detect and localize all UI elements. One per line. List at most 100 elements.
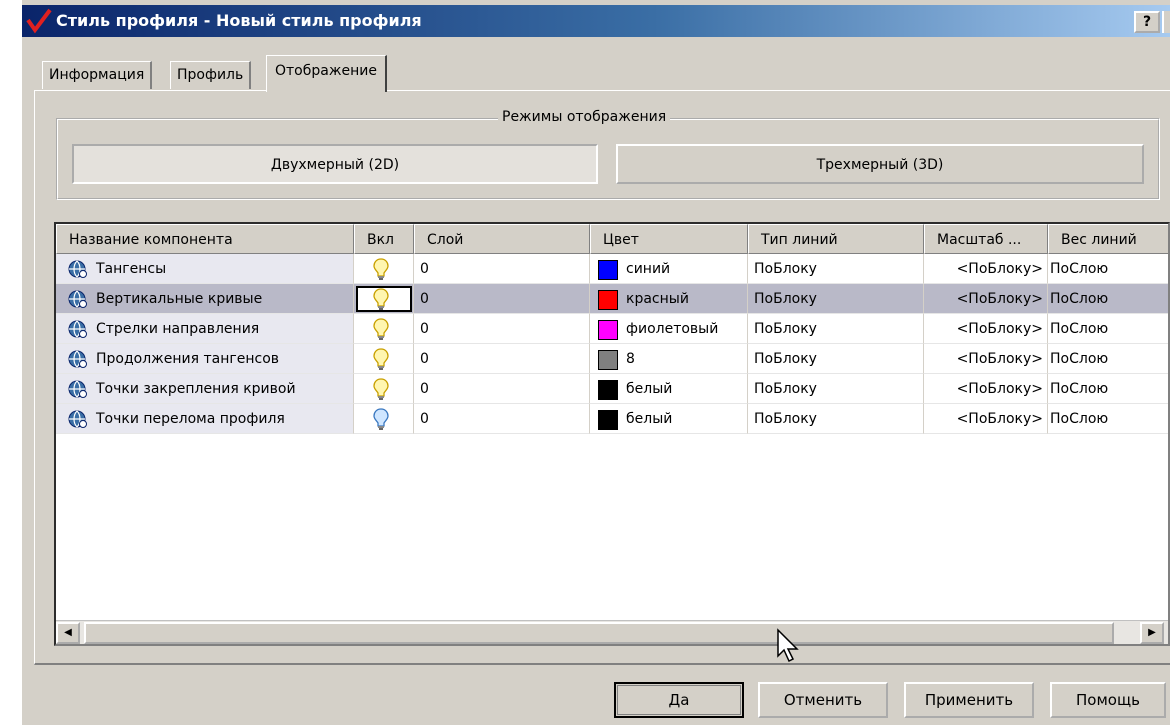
visibility-cell[interactable] — [354, 284, 414, 314]
component-name-cell[interactable]: Продолжения тангенсов — [56, 344, 354, 374]
linetype-cell[interactable]: ПоБлоку — [748, 404, 924, 434]
cancel-button[interactable]: Отменить — [758, 682, 888, 718]
lineweight-cell[interactable]: ПоСлою — [1048, 314, 1168, 344]
layer-cell[interactable]: 0 — [414, 254, 590, 284]
horizontal-scrollbar[interactable]: ◀ ▶ — [56, 620, 1168, 644]
grid-header: Название компонента Вкл Слой Цвет Тип ли… — [56, 224, 1168, 254]
table-row[interactable]: Стрелки направления 0 фиолетовый ПоБлоку <По… — [56, 314, 1168, 344]
layer-cell[interactable]: 0 — [414, 284, 590, 314]
visibility-cell[interactable] — [354, 404, 414, 434]
color-cell[interactable]: фиолетовый — [590, 314, 748, 344]
linetype-cell[interactable]: ПоБлоку — [748, 284, 924, 314]
color-name: 8 — [626, 351, 635, 367]
lightbulb-on-icon[interactable] — [372, 287, 390, 311]
table-row[interactable]: Точки закрепления кривой 0 белый ПоБлоку <По… — [56, 374, 1168, 404]
component-name-cell[interactable]: Точки закрепления кривой — [56, 374, 354, 404]
autodesk-check-icon — [26, 8, 52, 34]
component-globe-icon — [68, 410, 87, 428]
component-name: Точки закрепления кривой — [96, 381, 296, 397]
component-name: Вертикальные кривые — [96, 291, 263, 307]
visibility-cell[interactable] — [354, 374, 414, 404]
component-name-cell[interactable]: Стрелки направления — [56, 314, 354, 344]
close-button-edge[interactable] — [1162, 11, 1170, 33]
linetype-scale-cell[interactable]: <ПоБлоку> — [924, 314, 1048, 344]
column-header-scale[interactable]: Масштаб ... — [924, 224, 1048, 254]
linetype-scale-cell[interactable]: <ПоБлоку> — [924, 404, 1048, 434]
scroll-thumb[interactable] — [84, 622, 1114, 644]
color-swatch — [598, 260, 618, 280]
component-globe-icon — [68, 320, 87, 338]
scroll-left-icon[interactable]: ◀ — [56, 622, 80, 644]
color-swatch — [598, 380, 618, 400]
lineweight-cell[interactable]: ПоСлою — [1048, 284, 1168, 314]
scroll-right-icon[interactable]: ▶ — [1140, 622, 1164, 644]
visibility-cell[interactable] — [354, 314, 414, 344]
lightbulb-on-icon[interactable] — [372, 377, 390, 401]
tab-profile[interactable]: Профиль — [170, 61, 252, 89]
lineweight-cell[interactable]: ПоСлою — [1048, 254, 1168, 284]
linetype-scale-cell[interactable]: <ПоБлоку> — [924, 344, 1048, 374]
lightbulb-on-icon[interactable] — [372, 347, 390, 371]
component-name: Стрелки направления — [96, 321, 260, 337]
linetype-scale-cell[interactable]: <ПоБлоку> — [924, 284, 1048, 314]
column-header-layer[interactable]: Слой — [414, 224, 590, 254]
linetype-cell[interactable]: ПоБлоку — [748, 374, 924, 404]
mode-2d-button[interactable]: Двухмерный (2D) — [72, 144, 598, 184]
color-swatch — [598, 320, 618, 340]
column-header-lineweight[interactable]: Вес линий — [1048, 224, 1168, 254]
layer-cell[interactable]: 0 — [414, 314, 590, 344]
linetype-cell[interactable]: ПоБлоку — [748, 344, 924, 374]
color-cell[interactable]: белый — [590, 404, 748, 434]
component-name-cell[interactable]: Вертикальные кривые — [56, 284, 354, 314]
table-row[interactable]: Точки перелома профиля 0 белый ПоБлоку <ПоБл… — [56, 404, 1168, 434]
tab-display[interactable]: Отображение — [266, 55, 387, 92]
color-swatch — [598, 410, 618, 430]
color-cell[interactable]: синий — [590, 254, 748, 284]
component-name-cell[interactable]: Тангенсы — [56, 254, 354, 284]
column-header-linetype[interactable]: Тип линий — [748, 224, 924, 254]
lightbulb-on-icon[interactable] — [372, 257, 390, 281]
mode-3d-button[interactable]: Трехмерный (3D) — [616, 144, 1144, 184]
component-globe-icon — [68, 260, 87, 278]
tab-information[interactable]: Информация — [42, 61, 153, 89]
lightbulb-on-icon[interactable] — [372, 317, 390, 341]
color-name: белый — [626, 381, 673, 397]
layer-cell[interactable]: 0 — [414, 344, 590, 374]
lineweight-cell[interactable]: ПоСлою — [1048, 374, 1168, 404]
visibility-cell[interactable] — [354, 254, 414, 284]
color-name: белый — [626, 411, 673, 427]
component-globe-icon — [68, 290, 87, 308]
ok-button[interactable]: Да — [614, 682, 744, 718]
help-title-button[interactable]: ? — [1134, 11, 1160, 33]
table-row[interactable]: Продолжения тангенсов 0 8 ПоБлоку <ПоБлоку> П… — [56, 344, 1168, 374]
component-grid: Название компонента Вкл Слой Цвет Тип ли… — [54, 222, 1170, 646]
help-button[interactable]: Помощь — [1050, 682, 1166, 718]
component-globe-icon — [68, 380, 87, 398]
component-name: Тангенсы — [96, 261, 167, 277]
color-cell[interactable]: белый — [590, 374, 748, 404]
linetype-scale-cell[interactable]: <ПоБлоку> — [924, 254, 1048, 284]
table-row[interactable]: Вертикальные кривые 0 красный ПоБлоку <ПоБло… — [56, 284, 1168, 314]
component-name: Продолжения тангенсов — [96, 351, 280, 367]
color-cell[interactable]: красный — [590, 284, 748, 314]
column-header-on[interactable]: Вкл — [354, 224, 414, 254]
lineweight-cell[interactable]: ПоСлою — [1048, 344, 1168, 374]
linetype-cell[interactable]: ПоБлоку — [748, 254, 924, 284]
visibility-cell[interactable] — [354, 344, 414, 374]
column-header-name[interactable]: Название компонента — [56, 224, 354, 254]
table-row[interactable]: Тангенсы 0 синий ПоБлоку <ПоБлоку> ПоСлою — [56, 254, 1168, 284]
linetype-cell[interactable]: ПоБлоку — [748, 314, 924, 344]
color-cell[interactable]: 8 — [590, 344, 748, 374]
color-swatch — [598, 290, 618, 310]
layer-cell[interactable]: 0 — [414, 374, 590, 404]
lineweight-cell[interactable]: ПоСлою — [1048, 404, 1168, 434]
linetype-scale-cell[interactable]: <ПоБлоку> — [924, 374, 1048, 404]
lightbulb-off-icon[interactable] — [372, 407, 390, 431]
color-name: синий — [626, 261, 671, 277]
apply-button[interactable]: Применить — [904, 682, 1034, 718]
layer-cell[interactable]: 0 — [414, 404, 590, 434]
column-header-color[interactable]: Цвет — [590, 224, 748, 254]
display-modes-group: Режимы отображения Двухмерный (2D) Трехм… — [56, 109, 1160, 200]
title-bar[interactable]: Стиль профиля - Новый стиль профиля ? — [22, 5, 1170, 37]
component-name-cell[interactable]: Точки перелома профиля — [56, 404, 354, 434]
